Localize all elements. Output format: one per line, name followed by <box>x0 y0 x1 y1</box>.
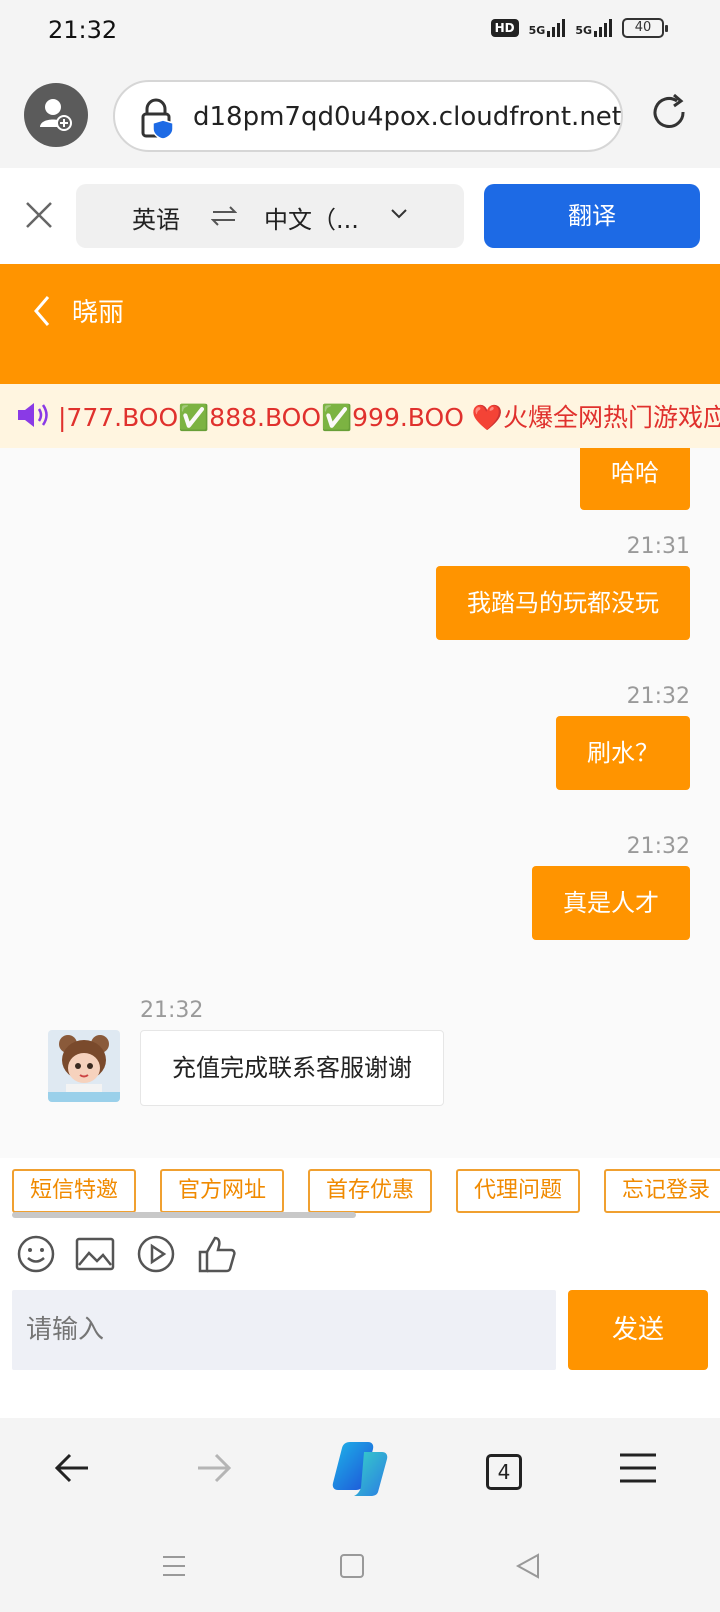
source-language[interactable]: 英语 <box>132 200 180 235</box>
back-icon[interactable] <box>32 294 52 328</box>
recent-apps-icon[interactable] <box>160 1552 188 1580</box>
system-back-icon[interactable] <box>514 1552 542 1580</box>
speaker-icon <box>18 403 48 427</box>
profile-add-icon <box>40 99 72 131</box>
target-language[interactable]: 中文（... <box>264 200 359 235</box>
chat-messages: 哈哈 21:31 我踏马的玩都没玩 21:32 刷水？ 21:32 真是人才 2… <box>0 448 720 1158</box>
copilot-icon[interactable] <box>328 1438 392 1498</box>
language-selector[interactable]: 英语 中文（... <box>76 184 464 248</box>
agent-avatar <box>48 1030 120 1102</box>
announcement-bar: |777.BOO✅888.BOO✅999.BOO ❤️火爆全网热门游戏应 <box>0 384 720 448</box>
message-time: 21:32 <box>626 834 690 859</box>
browser-bottom-nav: 4 <box>0 1418 720 1526</box>
close-icon[interactable] <box>22 198 56 232</box>
address-bar[interactable]: d18pm7qd0u4pox.cloudfront.net/ <box>113 80 623 152</box>
swap-icon[interactable] <box>211 204 237 228</box>
reload-icon[interactable] <box>650 92 690 134</box>
translate-bar: 英语 中文（... 翻译 <box>0 168 720 264</box>
message-bubble: 刷水？ <box>556 716 690 790</box>
message-bubble: 我踏马的玩都没玩 <box>436 566 690 640</box>
composer: 发送 <box>0 1290 720 1418</box>
signal-icon-2: 5G <box>575 19 612 37</box>
message-bubble: 真是人才 <box>532 866 690 940</box>
chat-header: 晓丽 <box>0 264 720 384</box>
message-bubble: 充值完成联系客服谢谢 <box>140 1030 444 1106</box>
video-icon[interactable] <box>136 1234 176 1274</box>
translate-button[interactable]: 翻译 <box>484 184 700 248</box>
message-time: 21:31 <box>626 534 690 559</box>
quick-reply-button[interactable]: 首存优惠 <box>308 1169 433 1213</box>
quick-reply-button[interactable]: 忘记登录 <box>604 1169 720 1213</box>
battery-icon: 40 <box>622 18 668 38</box>
lock-shield-icon <box>141 98 174 140</box>
quick-reply-scrollbar[interactable] <box>12 1212 356 1218</box>
emoji-icon[interactable] <box>16 1234 56 1274</box>
menu-icon[interactable] <box>618 1452 658 1484</box>
image-icon[interactable] <box>74 1234 116 1274</box>
chat-title: 晓丽 <box>72 298 125 328</box>
quick-reply-button[interactable]: 代理问题 <box>456 1169 581 1213</box>
signal-icon: 5G <box>529 19 566 37</box>
announcement-text: |777.BOO✅888.BOO✅999.BOO ❤️火爆全网热门游戏应 <box>58 403 720 432</box>
profile-button[interactable] <box>24 83 88 147</box>
thumbs-up-icon[interactable] <box>196 1234 238 1274</box>
message-time: 21:32 <box>140 998 204 1023</box>
home-icon[interactable] <box>338 1552 366 1580</box>
url-text: d18pm7qd0u4pox.cloudfront.net/ <box>193 102 623 132</box>
back-arrow-icon[interactable] <box>52 1450 92 1486</box>
status-time: 21:32 <box>48 16 118 44</box>
forward-arrow-icon[interactable] <box>194 1450 234 1486</box>
quick-reply-button[interactable]: 短信特邀 <box>12 1169 137 1213</box>
status-bar: 21:32 HD 5G 5G 40 <box>0 0 720 66</box>
tab-switcher[interactable]: 4 <box>486 1454 522 1490</box>
hd-voice-icon: HD <box>490 19 519 37</box>
message-input[interactable] <box>12 1290 556 1370</box>
system-navigation <box>0 1526 720 1612</box>
message-bubble: 哈哈 <box>580 448 690 510</box>
chevron-down-icon[interactable] <box>390 208 408 220</box>
send-button[interactable]: 发送 <box>568 1290 708 1370</box>
composer-toolbar <box>0 1226 720 1290</box>
message-time: 21:32 <box>626 684 690 709</box>
status-icons: HD 5G 5G 40 <box>490 18 668 38</box>
quick-reply-button[interactable]: 官方网址 <box>160 1169 285 1213</box>
browser-toolbar: d18pm7qd0u4pox.cloudfront.net/ <box>0 66 720 168</box>
